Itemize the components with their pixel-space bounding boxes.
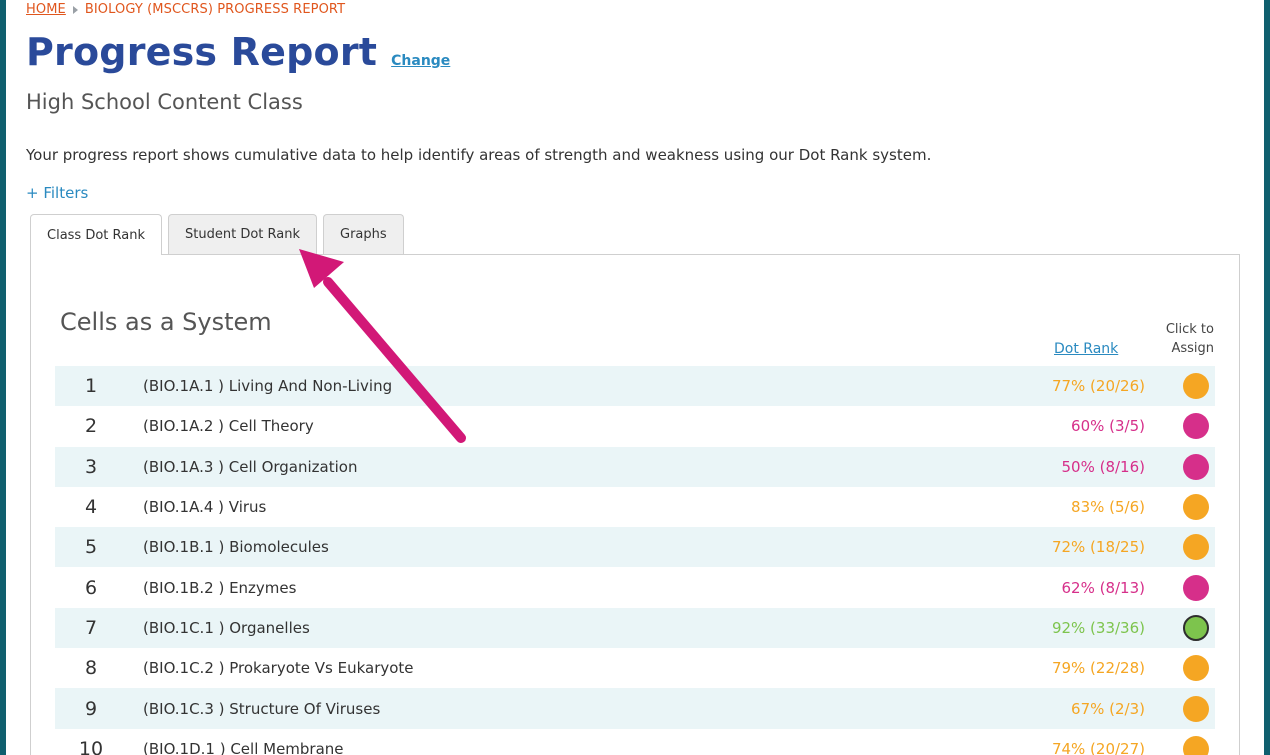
assign-dot-button[interactable] <box>1183 453 1209 480</box>
table-row: 2 (BIO.1A.2 ) Cell Theory 60% (3/5) <box>55 406 1215 446</box>
row-number: 2 <box>84 415 98 438</box>
row-number: 1 <box>84 375 98 398</box>
assign-dot-button[interactable] <box>1183 614 1209 641</box>
table-row: 9 (BIO.1C.3 ) Structure Of Viruses 67% (2/… <box>55 688 1215 729</box>
standard-label: (BIO.1A.3 ) Cell Organization <box>143 457 358 476</box>
dot-rank-sort-link[interactable]: Dot Rank <box>1054 341 1118 357</box>
row-number: 10 <box>78 737 104 755</box>
row-number: 7 <box>84 616 98 639</box>
report-description: Your progress report shows cumulative da… <box>26 146 932 164</box>
standard-label: (BIO.1A.2 ) Cell Theory <box>143 417 314 436</box>
standards-list: 1 (BIO.1A.1 ) Living And Non-Living 77% (2… <box>55 366 1215 755</box>
standard-label: (BIO.1A.1 ) Living And Non-Living <box>143 377 393 396</box>
standard-label: (BIO.1B.1 ) Biomolecules <box>143 538 329 557</box>
dot-rank-value: 77% (20/26) <box>1051 377 1145 396</box>
standard-label: (BIO.1C.2 ) Prokaryote Vs Eukaryote <box>143 659 414 678</box>
standard-label: (BIO.1C.1 ) Organelles <box>143 618 310 637</box>
row-number: 3 <box>84 455 98 478</box>
row-number: 6 <box>84 576 98 599</box>
report-tabs: Class Dot Rank Student Dot Rank Graphs <box>30 214 404 255</box>
dot-rank-value: 62% (8/13) <box>1061 578 1146 597</box>
table-row: 7 (BIO.1C.1 ) Organelles 92% (33/36) <box>55 607 1215 649</box>
tab-student-dot-rank[interactable]: Student Dot Rank <box>168 214 317 254</box>
standard-label: (BIO.1C.3 ) Structure Of Viruses <box>143 699 381 718</box>
assign-dot-button[interactable] <box>1183 735 1209 755</box>
assign-dot-button[interactable] <box>1183 373 1209 400</box>
assign-column-header: Click to Assign <box>1156 320 1214 358</box>
assign-dot-button[interactable] <box>1183 534 1209 561</box>
change-class-link[interactable]: Change <box>391 53 450 69</box>
row-number: 4 <box>84 496 98 519</box>
breadcrumb-current: BIOLOGY (MSCCRS) PROGRESS REPORT <box>84 2 346 17</box>
class-subtitle: High School Content Class <box>26 90 303 114</box>
assign-dot-button[interactable] <box>1183 574 1209 601</box>
assign-header-line2: Assign <box>1171 341 1214 356</box>
assign-dot-button[interactable] <box>1183 695 1209 722</box>
row-number: 8 <box>84 657 98 680</box>
table-row: 6 (BIO.1B.2 ) Enzymes 62% (8/13) <box>55 567 1215 607</box>
table-row: 3 (BIO.1A.3 ) Cell Organization 50% (8/16) <box>55 446 1215 487</box>
assign-dot-button[interactable] <box>1183 494 1209 521</box>
dot-rank-value: 60% (3/5) <box>1071 417 1145 436</box>
title-row: Progress Report Change <box>26 30 450 74</box>
page-title: Progress Report <box>26 30 378 74</box>
dot-rank-value: 50% (8/16) <box>1061 457 1146 476</box>
table-row: 4 (BIO.1A.4 ) Virus 83% (5/6) <box>55 487 1215 527</box>
section-title: Cells as a System <box>60 308 272 336</box>
assign-dot-button[interactable] <box>1183 655 1209 682</box>
table-row: 10 (BIO.1D.1 ) Cell Membrane 74% (20/27) <box>55 729 1215 755</box>
row-number: 9 <box>84 697 98 720</box>
standard-label: (BIO.1A.4 ) Virus <box>143 498 267 517</box>
assign-header-line1: Click to <box>1165 322 1214 337</box>
tab-class-dot-rank[interactable]: Class Dot Rank <box>30 214 163 255</box>
dot-rank-value: 72% (18/25) <box>1051 538 1145 557</box>
dot-rank-value: 74% (20/27) <box>1051 739 1145 755</box>
breadcrumb-home-link[interactable]: HOME <box>26 2 66 17</box>
breadcrumb-separator-icon <box>72 5 78 14</box>
table-row: 8 (BIO.1C.2 ) Prokaryote Vs Eukaryote 79% … <box>55 648 1215 688</box>
dot-rank-value: 92% (33/36) <box>1051 618 1145 637</box>
filters-toggle[interactable]: + Filters <box>26 184 88 202</box>
dot-rank-value: 79% (22/28) <box>1051 659 1145 678</box>
dot-rank-value: 67% (2/3) <box>1071 699 1145 718</box>
dot-rank-value: 83% (5/6) <box>1071 498 1145 517</box>
breadcrumb: HOME BIOLOGY (MSCCRS) PROGRESS REPORT <box>26 2 345 17</box>
tab-graphs[interactable]: Graphs <box>323 214 404 254</box>
standard-label: (BIO.1D.1 ) Cell Membrane <box>143 739 344 755</box>
table-row: 5 (BIO.1B.1 ) Biomolecules 72% (18/25) <box>55 527 1215 568</box>
standard-label: (BIO.1B.2 ) Enzymes <box>143 578 297 597</box>
assign-dot-button[interactable] <box>1183 413 1209 440</box>
row-number: 5 <box>84 536 98 559</box>
table-row: 1 (BIO.1A.1 ) Living And Non-Living 77% (2… <box>55 366 1215 407</box>
page: HOME BIOLOGY (MSCCRS) PROGRESS REPORT Pr… <box>6 0 1264 755</box>
